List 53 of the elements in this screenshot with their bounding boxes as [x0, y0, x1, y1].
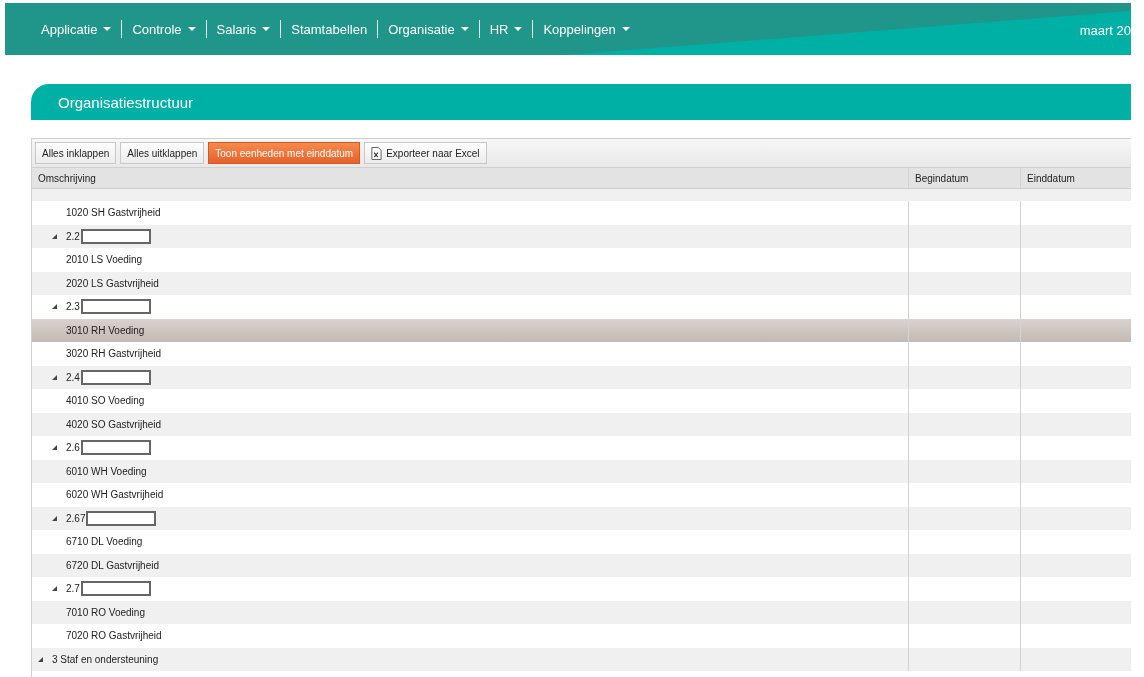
toolbar-button[interactable]: Alles uitklappen: [120, 142, 205, 164]
tree-row[interactable]: 7010 RO Voeding: [32, 600, 1131, 624]
tree-row[interactable]: 2.2: [32, 224, 1131, 248]
unit-name: 7010 RO Voeding: [66, 606, 145, 618]
expanded-arrow-icon[interactable]: [52, 515, 57, 521]
unit-name: 2.67: [66, 512, 86, 524]
column-header[interactable]: Omschrijving: [32, 168, 908, 188]
toolbar-button[interactable]: Alles inklappen: [35, 142, 117, 164]
unit-name: 4010 SO Voeding: [66, 395, 145, 407]
tree-row[interactable]: 2.4: [32, 365, 1131, 389]
unit-name: 2010 LS Voeding: [66, 254, 143, 266]
unit-name: 3020 RH Gastvrijheid: [66, 348, 162, 360]
expanded-arrow-icon[interactable]: [52, 374, 57, 380]
nav-menu-item[interactable]: Organisatie: [378, 21, 479, 37]
tree-row[interactable]: 2020 LS Gastvrijheid: [32, 271, 1131, 295]
unit-name: 3 Staf en ondersteuning: [52, 653, 159, 665]
tree-row[interactable]: 3 Staf en ondersteuning: [32, 647, 1131, 671]
unit-name: 3010 RH Voeding: [66, 324, 145, 336]
unit-name: 2.6: [66, 442, 80, 454]
unit-name: 1020 SH Gastvrijheid: [66, 207, 161, 219]
unit-name: 6020 WH Gastvrijheid: [66, 489, 164, 501]
unit-name: 2020 LS Gastvrijheid: [66, 277, 159, 289]
date-label: maart 20: [1079, 23, 1131, 38]
unit-name: 7020 RO Gastvrijheid: [66, 630, 162, 642]
expanded-arrow-icon[interactable]: [52, 445, 57, 451]
unit-name: 2.2: [66, 230, 80, 242]
expanded-arrow-icon[interactable]: [52, 304, 57, 310]
tree-row[interactable]: 2.67: [32, 506, 1131, 530]
nav-menu-item[interactable]: Applicatie: [31, 21, 122, 37]
unit-name: 2.3: [66, 301, 80, 313]
expanded-arrow-icon[interactable]: [52, 233, 57, 239]
unit-name: 6720 DL Gastvrijheid: [66, 559, 159, 571]
spreadsheet-icon: [371, 146, 383, 160]
nav-menu-item[interactable]: Salaris: [206, 21, 281, 37]
unit-name: 6010 WH Voeding: [66, 465, 147, 477]
tree-row[interactable]: 4020 SO Gastvrijheid: [32, 412, 1131, 436]
column-header[interactable]: Begindatum: [908, 168, 1020, 188]
tree-row[interactable]: 3010 RH Voeding: [32, 318, 1131, 342]
nav-menu-item[interactable]: HR: [479, 21, 533, 37]
unit-name: 4020 SO Gastvrijheid: [66, 418, 162, 430]
tree-row[interactable]: 6010 WH Voeding: [32, 459, 1131, 483]
unit-name: 2.7: [66, 583, 80, 595]
unit-name: 6710 DL Voeding: [66, 536, 143, 548]
nav-menu-item[interactable]: Controle: [122, 21, 206, 37]
page-title: Organisatiestructuur: [58, 93, 194, 111]
expanded-arrow-icon[interactable]: [38, 656, 43, 662]
unit-name: 2.4: [66, 371, 80, 383]
toolbar-button[interactable]: Exporteer naar Excel: [364, 142, 487, 164]
nav-menu-item[interactable]: Koppelingen: [533, 21, 640, 37]
tree-row[interactable]: 6720 DL Gastvrijheid: [32, 553, 1131, 577]
nav-menu-item[interactable]: Stamtabellen: [281, 21, 378, 37]
column-header[interactable]: Einddatum: [1020, 168, 1131, 188]
expanded-arrow-icon[interactable]: [52, 586, 57, 592]
